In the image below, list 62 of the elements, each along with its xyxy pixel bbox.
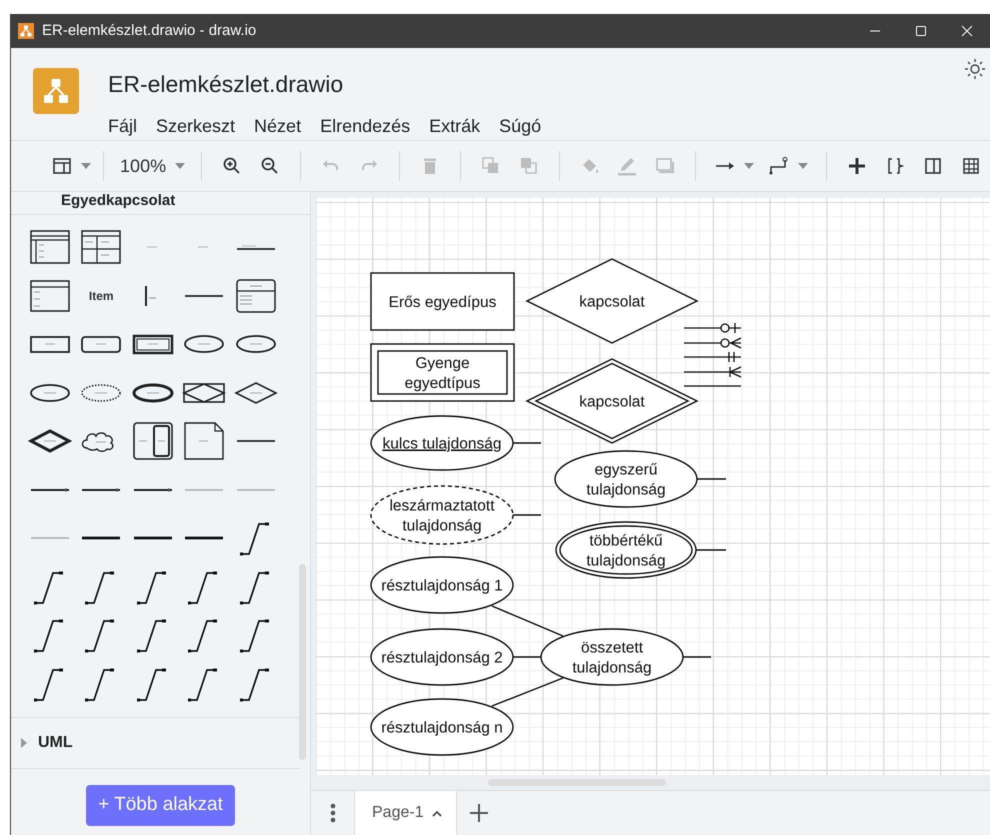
app-icon [18, 23, 34, 39]
zoom-dropdown[interactable]: 100% [114, 148, 190, 184]
scrollbar[interactable] [299, 564, 306, 760]
connector-line [513, 514, 541, 516]
connector-line [492, 605, 564, 637]
attribute-shape: résztulajdonság n [370, 698, 514, 756]
menu-item[interactable]: Elrendezés [320, 112, 410, 140]
zoom-out-icon[interactable] [260, 156, 280, 176]
one-or-many-notation [684, 366, 742, 378]
relationship-shape: kapcsolat [525, 258, 699, 344]
connector-line [513, 656, 541, 658]
attribute-shape: összetett tulajdonság [540, 628, 684, 686]
section-header[interactable]: UML [19, 731, 73, 755]
menu-item[interactable]: Szerkeszt [156, 112, 236, 140]
connector-line [696, 549, 726, 551]
note-shape-icon[interactable] [182, 421, 226, 462]
caret-icon[interactable] [744, 163, 754, 169]
weak-relationship-shape: kapcsolat [525, 358, 699, 444]
plus-icon[interactable] [468, 803, 489, 823]
menu-item[interactable]: Súgó [499, 112, 542, 140]
menu-item[interactable]: Fájl [108, 112, 138, 140]
derived-attribute-shape: leszármaztatott tulajdonság [370, 485, 514, 545]
exactly-one-notation [684, 352, 741, 362]
panel-icon[interactable] [923, 156, 944, 176]
zero-or-many-notation [684, 337, 742, 349]
split-shape-icon[interactable] [130, 421, 175, 462]
key-attribute-shape: kulcs tulajdonság [370, 415, 514, 471]
more-shapes-button[interactable]: + Több alakzat [86, 785, 235, 826]
section-title[interactable]: Egyedkapcsolat [61, 192, 176, 209]
chevron-up-icon[interactable] [432, 810, 442, 816]
file-name[interactable]: ER-elemkészlet.drawio [108, 67, 344, 102]
plus-icon[interactable] [847, 156, 868, 176]
weak-entity-shape: Gyenge egyedtípus [370, 343, 515, 402]
app-logo [33, 68, 79, 114]
menu-item[interactable]: Nézet [254, 112, 302, 140]
caret-icon[interactable] [81, 163, 92, 169]
theme-icon[interactable] [964, 58, 986, 80]
connector-line [683, 656, 711, 658]
more-vertical-icon[interactable] [330, 803, 336, 823]
caret-icon[interactable] [798, 163, 808, 169]
entity-shape: Erős egyedípus [370, 272, 515, 331]
menu-item[interactable]: Extrák [429, 112, 480, 140]
page-tab[interactable]: Page-1 [355, 791, 457, 835]
window-title: ER-elemkészlet.drawio - draw.io [42, 20, 256, 41]
table-icon[interactable] [960, 156, 981, 176]
waypoint-icon[interactable] [768, 156, 789, 176]
item-shape[interactable]: Item [88, 286, 114, 305]
attribute-shape: résztulajdonság 1 [370, 556, 514, 614]
attribute-shape: egyszerű tulajdonság [554, 450, 698, 508]
maximize-icon[interactable] [915, 25, 927, 37]
layout-icon[interactable] [52, 156, 72, 176]
connector-line [513, 442, 541, 444]
collapsed-triangle-icon[interactable] [19, 738, 28, 748]
close-icon[interactable] [961, 25, 973, 37]
multivalued-attribute-shape: többértékű tulajdonság [555, 521, 697, 579]
zero-or-one-notation [684, 323, 741, 333]
line-notation [684, 385, 741, 387]
connector-line [697, 478, 726, 480]
attribute-shape: résztulajdonság 2 [370, 628, 514, 686]
caret-icon[interactable] [175, 163, 186, 169]
connector-line [492, 677, 564, 707]
zoom-in-icon[interactable] [222, 156, 242, 176]
